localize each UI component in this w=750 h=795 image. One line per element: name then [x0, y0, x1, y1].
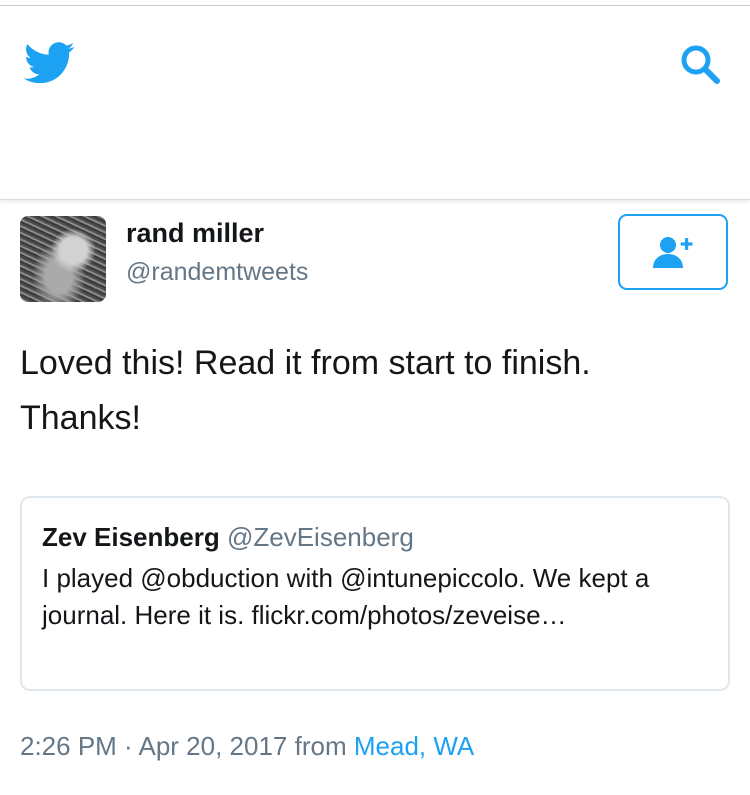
- twitter-bird-icon[interactable]: [24, 42, 76, 84]
- tweet-meta: 2:26 PM · Apr 20, 2017 from Mead, WA: [20, 731, 474, 762]
- app-header: [0, 6, 750, 200]
- quoted-tweet-header: Zev Eisenberg @ZevEisenberg: [42, 522, 414, 553]
- tweet-text: Loved this! Read it from start to finish…: [20, 344, 591, 437]
- quoted-tweet-card[interactable]: Zev Eisenberg @ZevEisenberg I played @ob…: [20, 496, 730, 691]
- author-name[interactable]: rand miller: [126, 218, 264, 249]
- from-label: from: [294, 731, 347, 761]
- location-link[interactable]: Mead, WA: [354, 731, 474, 761]
- search-icon[interactable]: [678, 42, 722, 86]
- add-user-icon: [653, 237, 693, 268]
- quoted-author-handle: @ZevEisenberg: [226, 522, 414, 552]
- avatar[interactable]: [20, 216, 106, 302]
- author-handle[interactable]: @randemtweets: [126, 258, 308, 287]
- follow-button[interactable]: [618, 214, 728, 290]
- timestamp[interactable]: 2:26 PM · Apr 20, 2017: [20, 731, 287, 761]
- quoted-author-name: Zev Eisenberg: [42, 522, 220, 552]
- quoted-tweet-text: I played @obduction with @intunepiccolo.…: [42, 563, 650, 630]
